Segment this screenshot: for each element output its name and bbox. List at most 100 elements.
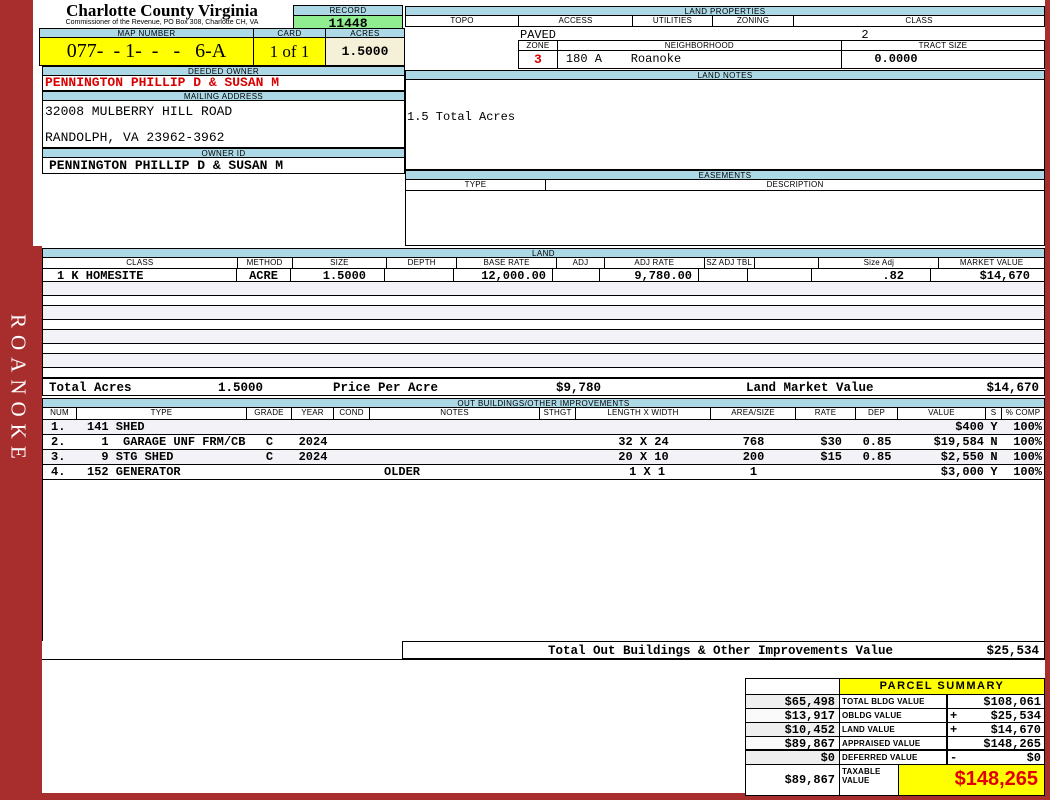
out-buildings-headers: NUM TYPE GRADE YEAR COND NOTES STHGT LEN… (42, 408, 1045, 420)
out-buildings-title: OUT BUILDINGS/OTHER IMPROVEMENTS (42, 398, 1045, 408)
col-header-topo: TOPO (406, 16, 519, 26)
summary-row: $0 DEFERRED VALUE - $0 (746, 751, 1044, 765)
county-title: Charlotte County Virginia (66, 1, 258, 20)
parcel-summary: PARCEL SUMMARY $65,498 TOTAL BLDG VALUE … (745, 678, 1045, 796)
land-notes-text: 1.5 Total Acres (407, 110, 516, 124)
land-depth (385, 269, 454, 281)
ob-s: Y (990, 465, 998, 479)
summary-label: LAND VALUE (842, 725, 895, 734)
col-header-class: CLASS (905, 16, 933, 25)
out-building-row: 2. 1 GARAGE UNF FRM/CB C 2024 32 X 24 76… (42, 435, 1045, 450)
col-header-length-width: LENGTH X WIDTH (576, 408, 711, 419)
owner-id-label: OWNER ID (42, 148, 405, 158)
summary-right-value: $0 (1026, 751, 1041, 764)
ob-dep: 0.85 (862, 450, 892, 464)
price-per-acre-label: Price Per Acre (333, 381, 439, 395)
summary-right-value: $25,534 (990, 709, 1041, 722)
col-header-utilities: UTILITIES (633, 16, 713, 26)
ob-notes (370, 450, 540, 464)
ob-dep (856, 420, 898, 434)
summary-right-value: $14,670 (990, 723, 1041, 736)
ob-sthgt (540, 465, 576, 479)
land-market-value-total: $14,670 (986, 381, 1039, 395)
map-number-table: MAP NUMBER CARD ACRES 077- - 1- - - 6-A … (39, 28, 405, 66)
card-value: 1 of 1 (253, 38, 325, 66)
out-building-row: 1. 141 SHED $400 Y 100% (42, 420, 1045, 435)
col-header-dep: DEP (856, 408, 898, 419)
ob-year: 2024 (298, 450, 328, 464)
ob-length-width (576, 420, 711, 434)
land-size: 1.5000 (291, 269, 385, 281)
ob-comp: 100% (1013, 435, 1042, 449)
summary-left-value: $0 (746, 751, 840, 764)
summary-label: OBLDG VALUE (842, 711, 902, 720)
district-vertical-label: ROANOKE (6, 314, 31, 466)
ob-length-width: 1 X 1 (621, 465, 666, 479)
card-label: CARD (253, 28, 325, 38)
ob-type: 141 SHED (87, 420, 145, 434)
zone-values: 3 180 A Roanoke 0.0000 (518, 51, 1045, 69)
land-base-rate: 12,000.00 (454, 269, 553, 281)
summary-label: APPRAISED VALUE (842, 739, 921, 748)
summary-left-value: $10,452 (746, 723, 840, 736)
out-buildings-total-value: $25,534 (986, 644, 1039, 658)
ob-s: N (990, 450, 998, 464)
mailing-address-line1: 32008 MULBERRY HILL ROAD (45, 104, 233, 119)
land-blank (748, 269, 812, 281)
land-adj (553, 269, 600, 281)
col-header-zone: ZONE (519, 41, 558, 50)
neighborhood-value: 180 A Roanoke (558, 51, 843, 68)
ob-comp: 100% (1013, 465, 1042, 479)
land-empty-rows (42, 282, 1045, 378)
ob-comp: 100% (1013, 420, 1042, 434)
tract-size-value: 0.0000 (874, 52, 918, 66)
land-totals-row: Total Acres 1.5000 Price Per Acre $9,780… (42, 378, 1045, 396)
land-method: ACRE (237, 269, 291, 281)
ob-s: N (990, 435, 998, 449)
summary-right-value: $148,265 (983, 737, 1041, 749)
county-subtitle: Commissioner of the Revenue, PO Box 308,… (65, 19, 259, 26)
land-market-value: $14,670 (979, 269, 1030, 281)
col-header-market-value: MARKET VALUE (959, 258, 1024, 267)
col-header-size-adj: Size Adj (819, 258, 940, 268)
summary-row: $13,917 OBLDG VALUE + $25,534 (746, 709, 1044, 723)
land-properties-headers: TOPO ACCESS UTILITIES ZONING CLASS (405, 16, 1045, 27)
owner-header-panel: Charlotte County Virginia Commissioner o… (33, 0, 405, 246)
ob-cond (334, 450, 370, 464)
summary-row: $65,498 TOTAL BLDG VALUE $108,061 (746, 695, 1044, 709)
ob-year: 2024 (298, 435, 328, 449)
ob-value: $400 (955, 420, 984, 434)
summary-right-value: $108,061 (983, 695, 1041, 708)
ob-grade (247, 420, 292, 434)
ob-rate: $30 (820, 435, 842, 449)
summary-sign: + (950, 709, 958, 722)
zone-headers: ZONE NEIGHBORHOOD TRACT SIZE (518, 40, 1045, 51)
col-header-sthgt: STHGT (540, 408, 576, 419)
ob-dep: 0.85 (862, 435, 892, 449)
taxable-value: $148,265 (899, 765, 1044, 795)
col-header-class: CLASS (43, 258, 238, 268)
easements-headers: TYPE DESCRIPTION (405, 180, 1045, 191)
ob-s: Y (990, 420, 998, 434)
ob-num: 3. (51, 450, 66, 464)
ob-value: $2,550 (940, 450, 984, 464)
col-header-access: ACCESS (519, 16, 633, 26)
zone-value: 3 (519, 51, 558, 68)
out-buildings-bottom-border (42, 659, 1045, 660)
total-acres-label: Total Acres (49, 381, 132, 395)
record-label: RECORD (293, 5, 403, 16)
acres-value: 1.5000 (325, 38, 405, 66)
ob-area: 1 (749, 465, 758, 479)
ob-num: 2. (51, 435, 66, 449)
ob-num: 1. (51, 420, 66, 434)
ob-cond (334, 435, 370, 449)
ob-area: 768 (742, 435, 765, 449)
col-header-sz-adj-tbl: SZ ADJ TBL (705, 258, 755, 268)
col-header-rate: RATE (796, 408, 856, 419)
taxable-value-row: $89,867 TAXABLE VALUE $148,265 (746, 765, 1044, 795)
property-record-card: ROANOKE Charlotte County Virginia Commis… (0, 0, 1050, 800)
ob-notes: OLDER (384, 465, 421, 479)
land-market-value-label: Land Market Value (746, 381, 874, 395)
mailing-address-label: MAILING ADDRESS (42, 91, 405, 101)
ob-sthgt (540, 420, 576, 434)
